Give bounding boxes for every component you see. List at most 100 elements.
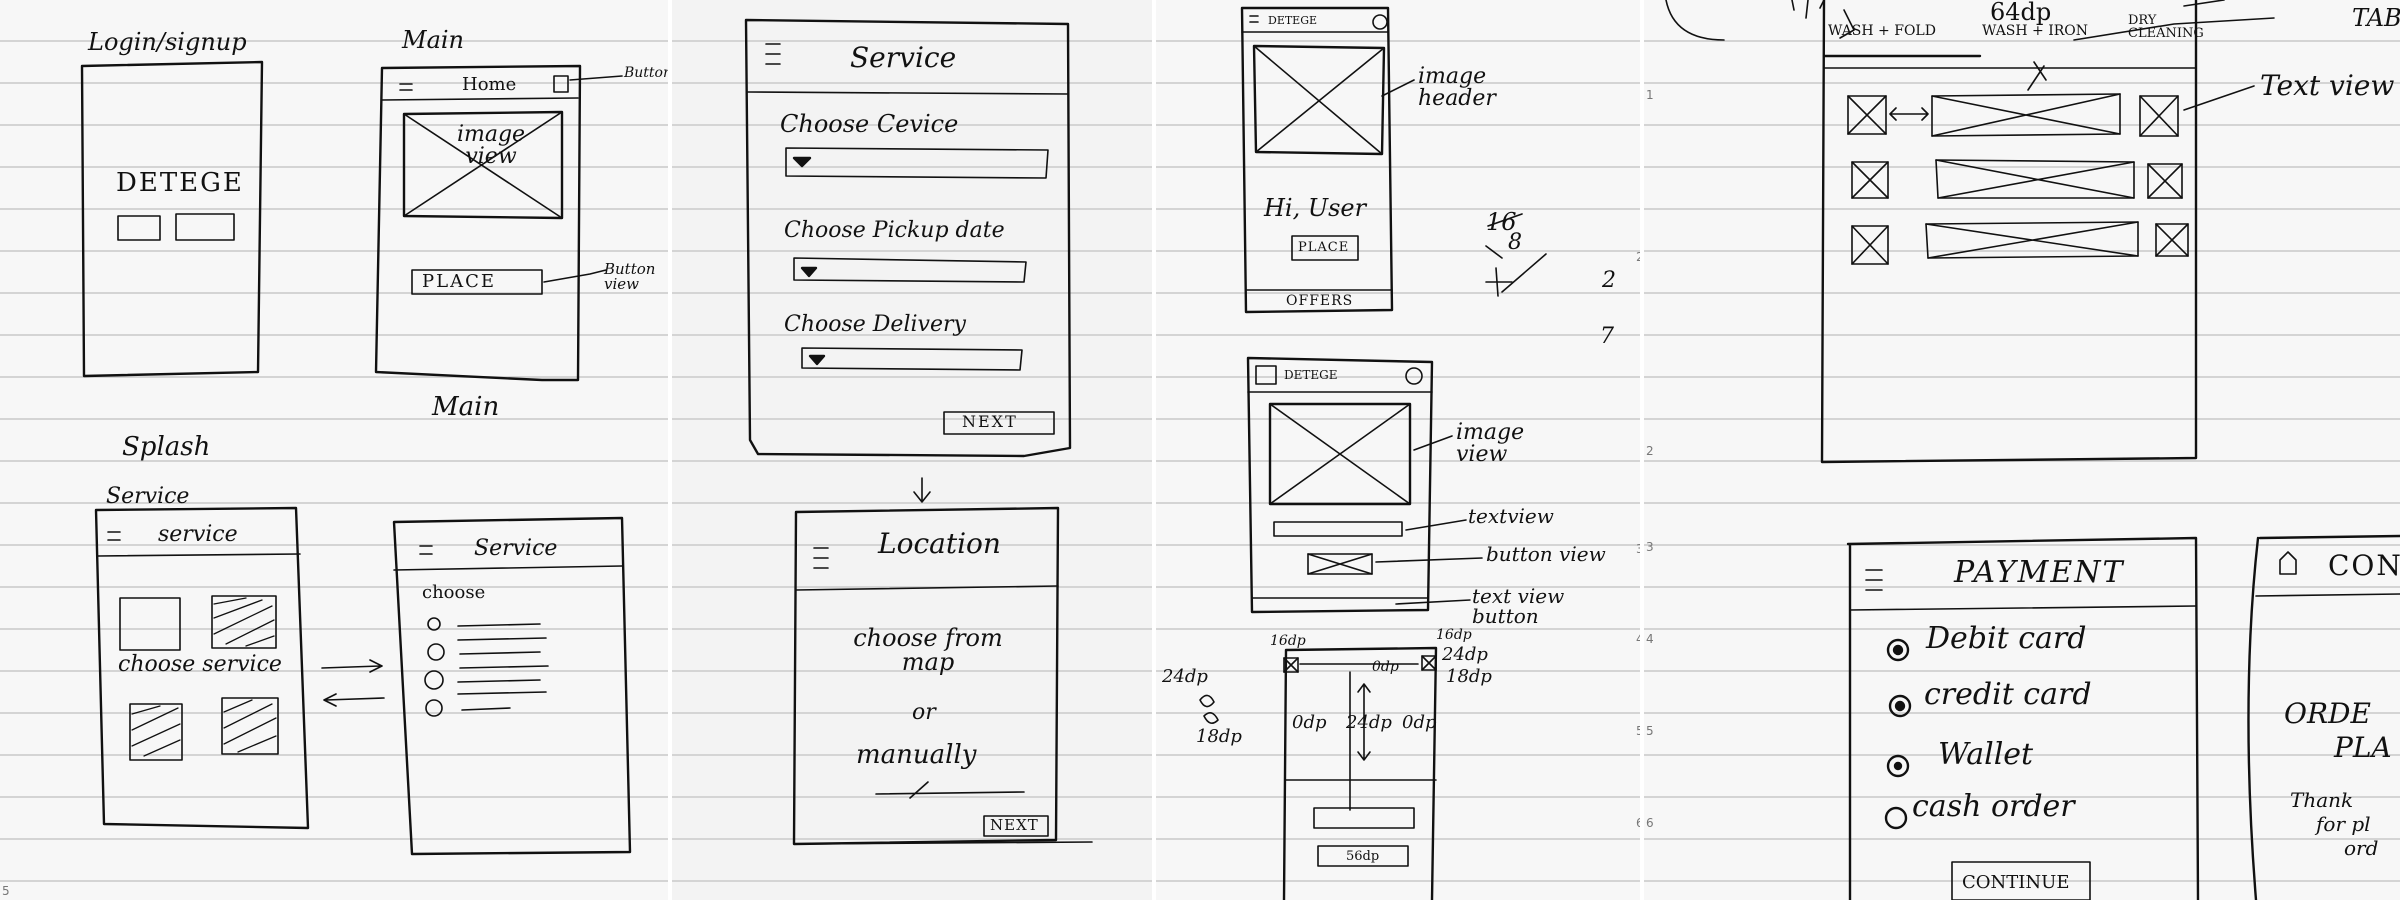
home-label: Home: [462, 74, 517, 95]
service-tile-2: [211, 595, 277, 649]
or-text: or: [912, 700, 936, 725]
text-view-annotation: Text view: [2260, 69, 2395, 102]
tab-dry-cleaning: DRY CLEANING: [2128, 13, 2204, 41]
home-screen-frame: [1240, 6, 1394, 314]
main-title: Main: [402, 26, 465, 54]
home-icon: [2279, 551, 2297, 575]
splash-label: Splash: [122, 432, 211, 462]
main-header-button: [553, 75, 569, 93]
text-view-button-annotation: text view button: [1472, 584, 1565, 628]
main-label-2: Main: [432, 392, 500, 422]
dim-64dp: 64dp: [1990, 0, 2052, 26]
location-next-label: NEXT: [990, 816, 1039, 834]
page4-margin-3: 3: [1646, 540, 1654, 554]
detail-app-title: DETEGE: [1284, 368, 1338, 382]
choose-service-label: choose service: [118, 652, 282, 677]
arrow-left: [323, 693, 385, 707]
button-view-annotation-2: button view: [1486, 542, 1606, 566]
debit-card-label: Debit card: [1926, 621, 2087, 656]
image-view-annotation: image view: [1456, 420, 1525, 467]
sketch-page-2: Service Choose Cevice Choose Pickup date…: [672, 0, 1152, 900]
calc-2: 2: [1602, 268, 1616, 293]
order-placed-line-2: PLA: [2334, 731, 2392, 764]
login-signup-title: Login/signup: [88, 28, 247, 56]
choose-pickup-text: Choose Pickup date: [784, 218, 1005, 243]
sketch-page-1: Login/signup Main Home Button image view…: [0, 0, 668, 900]
dim-24dp-center: 24dp: [1346, 712, 1392, 733]
dim-0dp-right: 0dp: [1402, 712, 1437, 733]
service-next-label: NEXT: [962, 412, 1018, 431]
continue-label: CONTINUE: [1962, 872, 2070, 893]
choose-from-map-text: choose from map: [853, 624, 1003, 676]
home-app-title: DETEGE: [1268, 14, 1318, 27]
service-list-header: Service: [474, 536, 558, 561]
tab-wash-iron: WASH + IRON: [1982, 23, 2089, 39]
confirm-title: CON: [2328, 549, 2400, 582]
payment-title: PAYMENT: [1954, 555, 2125, 590]
service-grid-header: service: [158, 522, 238, 547]
dim-16dp-left: 16dp: [1270, 633, 1306, 649]
home-place-label: PLACE: [1298, 240, 1350, 255]
detail-textview: [1273, 521, 1403, 537]
page4-margin-6: 6: [1646, 816, 1654, 830]
page4-margin-4: 4: [1646, 632, 1654, 646]
service-radio-2: [427, 643, 445, 661]
dim-24dp-left: 24dp: [1162, 666, 1208, 687]
pickup-dropdown: [793, 257, 1027, 283]
choose-service-text: Choose Cevice: [780, 110, 959, 138]
offers-label: OFFERS: [1286, 293, 1354, 309]
credit-card-label: credit card: [1924, 677, 2092, 712]
page4-margin-1: 1: [1646, 88, 1654, 102]
service-radio-3: [424, 670, 444, 690]
order-placed-line-1: ORDE: [2284, 697, 2371, 730]
login-screen-frame: [80, 60, 264, 378]
manually-text: manually: [856, 740, 977, 770]
sketch-page-4: 64dp WASH + FOLD WASH + IRON DRY CLEANIN…: [1644, 0, 2400, 900]
manual-input-line: [875, 791, 1025, 795]
page3-sketch-lines: [1199, 6, 1547, 900]
choose-label: choose: [422, 582, 486, 603]
button-view-annotation: Button view: [604, 260, 656, 293]
service-tile-4: [221, 697, 279, 755]
service-dropdown: [785, 147, 1049, 179]
choose-delivery-text: Choose Delivery: [784, 312, 966, 337]
dim-24dp-right: 24dp: [1442, 644, 1488, 665]
login-button-right: [175, 213, 235, 241]
page1-margin-number: 5: [2, 884, 10, 898]
hi-user-text: Hi, User: [1264, 194, 1367, 222]
list-screen-frame: [1820, 0, 2198, 464]
arrow-right: [321, 659, 383, 673]
payment-screen-frame: [1846, 536, 2200, 900]
delivery-dropdown: [801, 347, 1023, 371]
calc-7: 7: [1600, 324, 1614, 349]
wallet-label: Wallet: [1938, 737, 2034, 772]
cash-radio: [1884, 806, 1908, 830]
dim-18dp-left: 18dp: [1196, 726, 1242, 747]
page4-margin-2: 2: [1646, 444, 1654, 458]
textview-annotation: textview: [1468, 504, 1554, 528]
button-annotation: Button: [624, 65, 668, 81]
image-view-label: image view: [456, 122, 526, 169]
thank-you-line-3: ord: [2344, 836, 2379, 860]
service-radio-4: [425, 699, 443, 717]
image-header-annotation: image header: [1418, 64, 1496, 111]
thank-you-line-1: Thank: [2290, 788, 2354, 812]
dim-0dp-left: 0dp: [1292, 712, 1327, 733]
tab-wash-fold: WASH + FOLD: [1828, 23, 1936, 39]
dim-0dp-top: 0dp: [1372, 659, 1399, 675]
thank-you-line-2: for pl: [2316, 812, 2371, 836]
page1-sketch-lines: [80, 60, 632, 856]
location-title: Location: [878, 527, 1001, 560]
service-title: Service: [850, 41, 957, 74]
tab-annotation: TAB: [2352, 4, 2400, 32]
down-arrow: [913, 477, 931, 503]
detege-label: DETEGE: [116, 168, 244, 198]
notebook-collage: Login/signup Main Home Button image view…: [0, 0, 2400, 900]
place-label: PLACE: [422, 271, 496, 292]
service-tile-1: [119, 597, 181, 651]
login-button-left: [117, 215, 161, 241]
service-section-label: Service: [106, 484, 190, 509]
sketch-page-3: DETEGE image header Hi, User PLACE OFFER…: [1156, 0, 1640, 900]
dim-56dp: 56dp: [1346, 849, 1380, 864]
calc-8: 8: [1508, 230, 1522, 255]
